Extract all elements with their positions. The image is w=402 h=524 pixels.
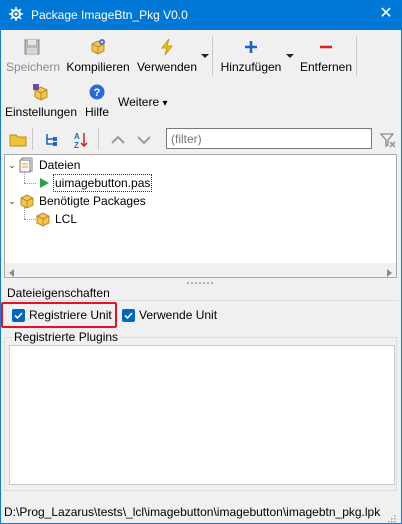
folder-icon bbox=[9, 131, 27, 152]
help-label: Hilfe bbox=[84, 105, 109, 119]
file-properties-title: Dateieigenschaften bbox=[7, 286, 110, 300]
status-bar: D:\Prog_Lazarus\tests\_lcl\imagebutton\i… bbox=[1, 502, 399, 522]
use-button[interactable]: Verwenden bbox=[136, 38, 198, 74]
lightning-icon bbox=[158, 38, 176, 56]
save-button[interactable]: Speichern bbox=[6, 38, 61, 74]
svg-text:A: A bbox=[74, 132, 80, 141]
arrow-up-icon bbox=[109, 131, 127, 152]
status-path: D:\Prog_Lazarus\tests\_lcl\imagebutton\i… bbox=[4, 505, 381, 519]
remove-button[interactable]: Entfernen bbox=[298, 38, 354, 74]
add-label: Hinzufügen bbox=[220, 60, 282, 74]
add-dropdown-arrow[interactable] bbox=[286, 54, 294, 58]
filter-input[interactable] bbox=[166, 128, 372, 149]
files-label: Dateien bbox=[39, 158, 81, 172]
toolbar-separator bbox=[98, 128, 99, 150]
more-menu-button[interactable]: Weitere ▾ bbox=[118, 95, 168, 111]
register-unit-label: Registriere Unit bbox=[29, 308, 112, 322]
clear-filter-button[interactable] bbox=[376, 128, 398, 150]
use-unit-label: Verwende Unit bbox=[139, 308, 218, 322]
compile-button[interactable]: Kompilieren bbox=[64, 38, 132, 74]
move-down-button[interactable] bbox=[132, 128, 154, 150]
tree-view-icon bbox=[43, 131, 61, 152]
tree-horizontal-scrollbar[interactable] bbox=[5, 263, 396, 277]
package-icon bbox=[19, 193, 35, 214]
plus-icon bbox=[242, 38, 260, 56]
save-label: Speichern bbox=[6, 60, 61, 74]
lcl-label: LCL bbox=[55, 212, 78, 226]
help-circle-icon: ? bbox=[88, 83, 106, 101]
open-file-button[interactable] bbox=[6, 128, 28, 150]
checkbox-checked-icon[interactable] bbox=[12, 309, 25, 322]
toolbar-separator bbox=[356, 36, 357, 76]
toolbar-separator bbox=[32, 128, 33, 150]
window-title: Package ImageBtn_Pkg V0.0 bbox=[31, 8, 188, 22]
registered-plugins-title: Registrierte Plugins bbox=[12, 330, 121, 344]
add-button[interactable]: Hinzufügen bbox=[218, 38, 284, 74]
options-button[interactable]: Einstellungen bbox=[4, 83, 78, 119]
divider bbox=[1, 300, 399, 301]
options-label: Einstellungen bbox=[4, 105, 78, 119]
sort-button[interactable]: AZ bbox=[68, 128, 90, 150]
package-tree[interactable]: ⌄ Dateien uimagebutton.pas ⌄ Benötigte P… bbox=[4, 154, 397, 278]
title-bar: Package ImageBtn_Pkg V0.0 ✕ bbox=[0, 0, 402, 30]
registered-plugins-list[interactable] bbox=[9, 345, 395, 485]
package-gear-icon bbox=[89, 38, 107, 56]
collapse-icon[interactable]: ⌄ bbox=[7, 196, 17, 206]
scroll-right-icon[interactable] bbox=[385, 266, 393, 280]
close-button[interactable]: ✕ bbox=[376, 3, 396, 25]
arrow-down-icon bbox=[135, 131, 153, 152]
tree-view-button[interactable] bbox=[40, 128, 62, 150]
remove-label: Entfernen bbox=[299, 60, 353, 74]
package-settings-icon bbox=[32, 83, 50, 101]
floppy-disk-icon bbox=[23, 38, 41, 56]
clear-filter-icon bbox=[379, 131, 397, 152]
sort-az-icon: AZ bbox=[71, 131, 89, 152]
package-icon bbox=[35, 211, 51, 232]
scroll-left-icon[interactable] bbox=[8, 266, 16, 280]
tree-line bbox=[24, 183, 36, 184]
use-label: Verwenden bbox=[136, 60, 198, 74]
resize-grip-icon[interactable] bbox=[386, 512, 396, 523]
svg-text:?: ? bbox=[94, 87, 101, 99]
minus-icon bbox=[317, 38, 335, 56]
help-button[interactable]: ? Hilfe bbox=[82, 83, 112, 119]
files-folder-icon bbox=[19, 157, 35, 178]
checkbox-checked-icon[interactable] bbox=[122, 309, 135, 322]
collapse-icon[interactable]: ⌄ bbox=[7, 160, 17, 170]
compile-label: Kompilieren bbox=[66, 60, 130, 74]
move-up-button[interactable] bbox=[106, 128, 128, 150]
file-item-label[interactable]: uimagebutton.pas bbox=[53, 174, 153, 192]
more-label: Weitere bbox=[118, 95, 160, 109]
use-dropdown-arrow[interactable] bbox=[201, 54, 209, 58]
toolbar-separator bbox=[212, 36, 213, 76]
chevron-down-icon: ▾ bbox=[162, 98, 168, 109]
lazarus-gear-icon bbox=[9, 7, 23, 21]
required-packages-label: Benötigte Packages bbox=[39, 194, 146, 208]
svg-text:Z: Z bbox=[74, 141, 79, 149]
